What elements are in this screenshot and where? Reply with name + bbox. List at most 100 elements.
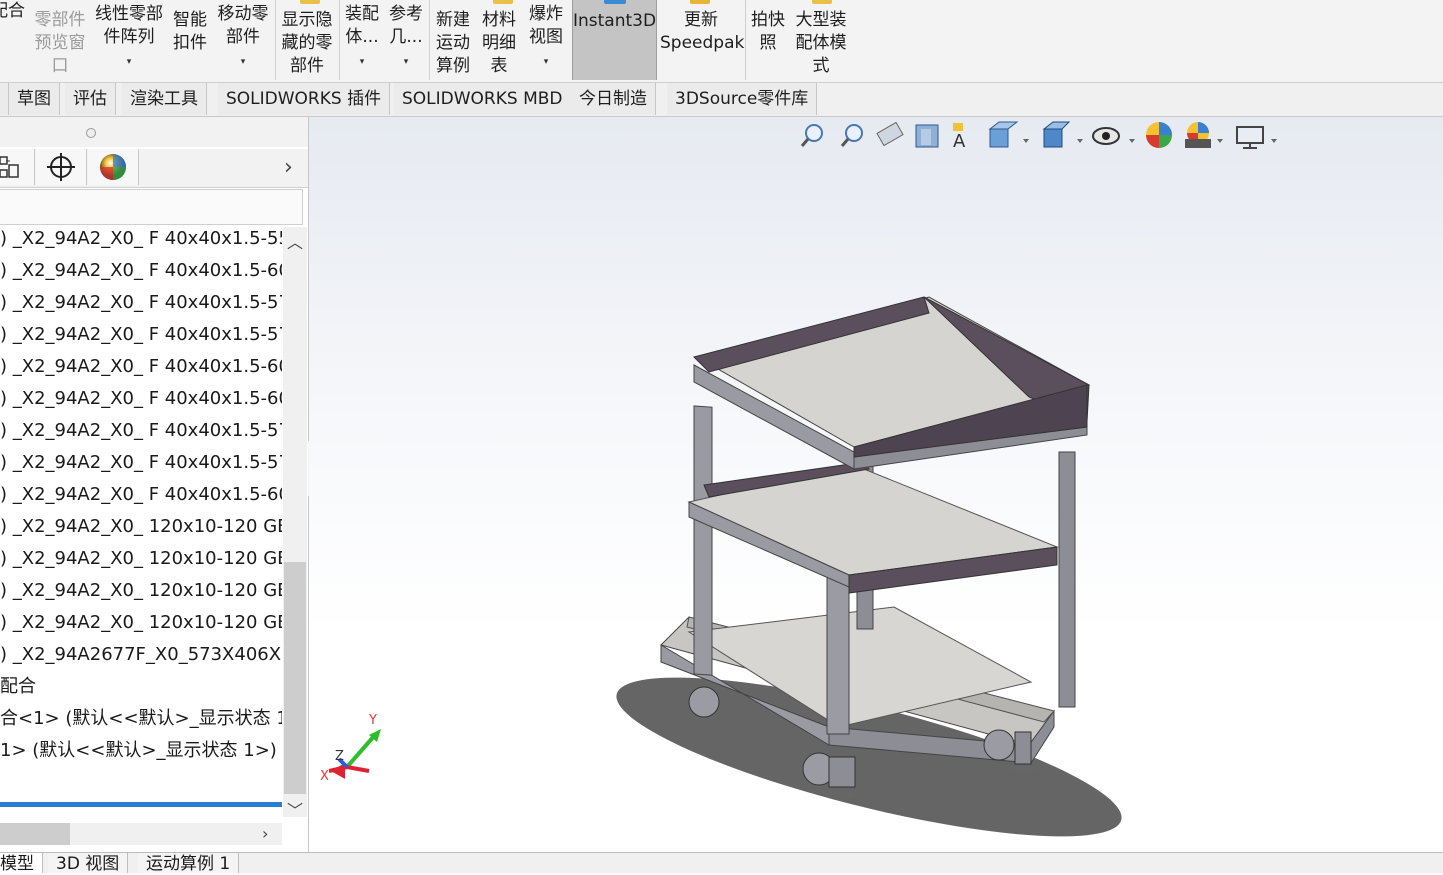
tree-item[interactable]: ) _X2_94A2_X0_ F 40x40x1.5-573 (0, 416, 282, 446)
tab-sketch[interactable]: 草图 (9, 83, 60, 115)
tree-item[interactable]: ) _X2_94A2_X0_ F 40x40x1.5-604 (0, 352, 282, 382)
large-assembly-mode-label: 大型装 配体模 式 (795, 10, 847, 76)
feature-tree-tab[interactable] (0, 149, 35, 185)
update-speedpak-button[interactable]: 更新 Speedpak (660, 0, 745, 80)
tab-motion-study-1[interactable]: 运动算例 1 (138, 853, 240, 874)
speedpak-icon (690, 0, 710, 4)
scroll-up-icon[interactable]: ︿ (287, 229, 303, 253)
panel-grip[interactable] (86, 128, 96, 138)
tree-item[interactable]: 合<1> (默认<<默认>_显示状态 1>) (0, 704, 282, 734)
new-motion-study-label: 新建 运动 算例 (436, 10, 470, 76)
chevron-down-icon[interactable]: ▾ (214, 57, 272, 67)
hide-show-icon[interactable] (1092, 127, 1135, 145)
tree-item[interactable]: ) _X2_94A2_X0_ F 40x40x1.5-573 (0, 288, 282, 318)
previous-view-icon[interactable] (876, 121, 904, 147)
dynamic-annotation-icon[interactable]: A (953, 123, 966, 152)
bill-of-materials-label: 材料 明细 表 (482, 10, 516, 76)
tree-item[interactable]: ) _X2_94A2_X0_ 120x10-120 GB T (0, 608, 282, 638)
smart-fasteners-label: 智能 扣件 (173, 10, 207, 53)
large-assembly-mode-button[interactable]: 大型装 配体模 式 (791, 0, 851, 80)
show-hidden-components-button[interactable]: 显示隐 藏的零 部件 (277, 0, 337, 80)
tree-item[interactable]: ) _X2_94A2_X0_ F 40x40x1.5-604 (0, 480, 282, 510)
zoom-area-icon[interactable] (840, 124, 863, 147)
mate-label: 配合 (0, 1, 25, 21)
assembly-features-button[interactable]: 装配 体... ▾ (341, 0, 383, 80)
tree-item[interactable]: ) _X2_94A2_X0_ F 40x40x1.5-573 (0, 448, 282, 478)
component-preview-button[interactable]: 零部件 预览窗 口 (30, 0, 90, 80)
section-view-icon[interactable] (915, 124, 939, 148)
tab-3d-view[interactable]: 3D 视图 (48, 853, 129, 874)
tree-item[interactable]: ) _X2_94A2_X0_ F 40x40x1.5-604 (0, 384, 282, 414)
tab-model[interactable]: 模型 (0, 853, 43, 874)
display-manager-tab[interactable] (88, 149, 139, 185)
take-snapshot-label: 拍快 照 (751, 10, 785, 53)
zoom-to-fit-icon[interactable] (800, 124, 823, 147)
view-orientation-icon[interactable] (988, 121, 1029, 148)
edit-appearance-icon[interactable] (1146, 122, 1172, 148)
instant3d-label: Instant3D (573, 11, 657, 31)
move-component-label: 移动零 部件 (217, 4, 269, 47)
tree-item[interactable]: 1> (默认<<默认>_显示状态 1>) (0, 736, 277, 766)
tree-item[interactable]: ) _X2_94A2_X0_ 120x10-120 GB T (0, 512, 282, 542)
chevron-down-icon[interactable]: ▾ (341, 57, 383, 67)
show-hidden-icon (300, 0, 320, 4)
model-canvas: A (328, 121, 1277, 837)
tree-filter-box[interactable] (0, 189, 303, 225)
exploded-view-button[interactable]: 爆炸 视图 ▾ (524, 0, 568, 80)
rollback-bar[interactable] (0, 802, 282, 807)
chevron-down-icon[interactable]: ▾ (93, 57, 165, 67)
tab-render-tools[interactable]: 渲染工具 (122, 83, 207, 115)
triad-x-label: X (320, 769, 329, 784)
assembly-features-label: 装配 体... (345, 4, 379, 47)
mates-folder[interactable]: 配合 (0, 672, 36, 702)
linear-pattern-button[interactable]: 线性零部 件阵列 ▾ (93, 0, 165, 80)
svg-text:A: A (953, 131, 966, 152)
tab-today-manufacturing[interactable]: 今日制造 (571, 83, 656, 115)
view-settings-icon[interactable] (1236, 126, 1277, 149)
tree-item[interactable]: ) _X2_94A2677F_X0_573X406X3 (0, 640, 282, 670)
show-hidden-label: 显示隐 藏的零 部件 (281, 10, 333, 76)
tab-3dsource[interactable]: 3DSource零件库 (667, 83, 818, 115)
bottom-tab-strip: 模型 3D 视图 运动算例 1 (0, 852, 1443, 874)
tree-item[interactable]: ) _X2_94A2_X0_ F 40x40x1.5-550 (0, 227, 282, 254)
tree-item[interactable]: ) _X2_94A2_X0_ 120x10-120 GB T (0, 576, 282, 606)
graphics-viewport[interactable]: A Y X Z (309, 117, 1443, 852)
feature-tree: ) _X2_94A2_X0_ F 40x40x1.5-550 ) _X2_94A… (0, 227, 282, 807)
mate-button[interactable]: 配合 (0, 0, 26, 80)
tab-solidworks-mbd[interactable]: SOLIDWORKS MBD (394, 83, 572, 115)
take-snapshot-button[interactable]: 拍快 照 (747, 0, 789, 80)
dim-xpert-tab[interactable] (36, 149, 87, 185)
move-component-button[interactable]: 移动零 部件 ▾ (214, 0, 272, 80)
bill-of-materials-button[interactable]: 材料 明细 表 (477, 0, 521, 80)
tree-hscroll-thumb[interactable] (0, 823, 70, 845)
reference-geometry-label: 参考 几... (389, 4, 423, 47)
triad-z-label: Z (335, 749, 344, 764)
tab-solidworks-addins[interactable]: SOLIDWORKS 插件 (218, 83, 391, 115)
apply-scene-icon[interactable] (1185, 122, 1223, 148)
tree-item[interactable]: ) _X2_94A2_X0_ F 40x40x1.5-604 (0, 256, 282, 286)
display-style-icon[interactable] (1042, 121, 1083, 148)
instant3d-button[interactable]: Instant3D (572, 0, 657, 80)
command-manager-ribbon: 配合 零部件 预览窗 口 线性零部 件阵列 ▾ 智能 扣件 移动零 部件 ▾ 显示隐… (0, 0, 1443, 83)
large-assembly-icon (812, 0, 832, 4)
scroll-right-icon[interactable]: › (262, 824, 268, 843)
ribbon-divider (339, 0, 340, 80)
scroll-down-icon[interactable]: ﹀ (287, 797, 303, 821)
crosshair-icon (47, 153, 75, 181)
chevron-down-icon[interactable]: ▾ (524, 57, 568, 67)
tree-item[interactable]: ) _X2_94A2_X0_ F 40x40x1.5-573 (0, 320, 282, 350)
bom-icon (493, 0, 513, 4)
smart-fasteners-button[interactable]: 智能 扣件 (168, 0, 212, 80)
tree-item[interactable]: ) _X2_94A2_X0_ 120x10-120 GB T (0, 544, 282, 574)
tree-scroll-thumb[interactable] (284, 562, 306, 794)
component-preview-label: 零部件 预览窗 口 (34, 10, 86, 76)
chevron-down-icon[interactable]: ▾ (385, 57, 427, 67)
more-tabs-chevron-icon[interactable]: › (284, 155, 293, 180)
tab-stub[interactable] (0, 83, 9, 115)
ribbon-divider (745, 0, 746, 80)
update-speedpak-label: 更新 Speedpak (660, 10, 745, 53)
reference-geometry-button[interactable]: 参考 几... ▾ (385, 0, 427, 80)
tab-evaluate[interactable]: 评估 (65, 83, 116, 115)
panel-tab-strip: › (0, 149, 308, 188)
new-motion-study-button[interactable]: 新建 运动 算例 (431, 0, 475, 80)
